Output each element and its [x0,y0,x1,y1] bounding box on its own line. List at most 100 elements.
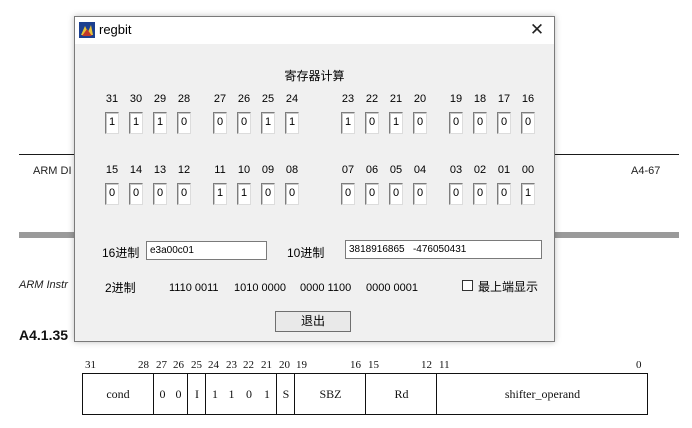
bit-value-field[interactable]: 1 [153,112,167,134]
bit-value-field[interactable]: 0 [473,183,487,205]
bit-number-label: 13 [153,164,167,176]
bit-value-field[interactable]: 0 [365,183,379,205]
bit-number-label: 17 [497,93,511,105]
footer-left-text: ARM DI [33,165,72,177]
bit-number-label: 27 [213,93,227,105]
field-i: I [187,374,206,414]
bit-number-label: 02 [473,164,487,176]
bit-value-field[interactable]: 0 [177,112,191,134]
dec-label: 10进制 [287,246,325,260]
bit-number-label: 14 [129,164,143,176]
bit-value-field[interactable]: 0 [129,183,143,205]
field-bit: 0 [246,386,252,401]
bit-number-label: 03 [449,164,463,176]
dialog-heading: 寄存器计算 [284,69,345,83]
close-button[interactable]: ✕ [526,20,548,40]
bit-index: 27 [156,359,167,371]
bin-group: 1110 0011 [169,282,219,294]
field-bit: 0 [175,386,182,401]
topmost-checkbox[interactable] [462,280,473,291]
window-title: regbit [99,22,132,37]
bit-index: 11 [439,359,450,371]
bit-number-label: 05 [389,164,403,176]
bit-index: 20 [279,359,290,371]
bit-value-field[interactable]: 0 [449,183,463,205]
bit-index: 25 [191,359,202,371]
bit-number-label: 25 [261,93,275,105]
bit-number-label: 20 [413,93,427,105]
bit-value-field[interactable]: 0 [153,183,167,205]
bit-index: 16 [350,359,361,371]
hex-input[interactable]: e3a00c01 [146,241,267,260]
field-bit: 0 [153,374,171,414]
bit-number-label: 16 [521,93,535,105]
bit-value-field[interactable]: 1 [521,183,535,205]
bin-label: 2进制 [105,281,136,295]
field-bit: 1 [228,386,235,401]
bit-value-field[interactable]: 0 [365,112,379,134]
bit-number-label: 18 [473,93,487,105]
bit-value-field[interactable]: 1 [389,112,403,134]
bit-index: 12 [421,359,432,371]
bit-index: 31 [85,359,96,371]
bit-number-label: 19 [449,93,463,105]
bit-number-label: 01 [497,164,511,176]
section-heading: A4.1.35 [19,327,69,343]
bit-value-field[interactable]: 1 [213,183,227,205]
bit-number-label: 26 [237,93,251,105]
bit-value-field[interactable]: 1 [105,112,119,134]
bit-value-field[interactable]: 0 [177,183,191,205]
bit-value-field[interactable]: 0 [473,112,487,134]
bit-value-field[interactable]: 0 [237,112,251,134]
bit-index: 28 [138,359,149,371]
field-cond: cond [106,386,130,401]
footer-page-number: A4-67 [631,165,661,177]
bin-group: 1010 0000 [234,282,286,294]
bin-group: 0000 1100 [300,282,352,294]
bit-index: 21 [261,359,272,371]
bit-number-label: 31 [105,93,119,105]
app-icon [79,22,95,38]
bit-number-label: 10 [237,164,251,176]
bit-value-field[interactable]: 0 [413,112,427,134]
bit-number-label: 04 [413,164,427,176]
bit-number-label: 30 [129,93,143,105]
bit-index: 22 [243,359,254,371]
bit-value-field[interactable]: 0 [285,183,299,205]
bit-value-field[interactable]: 0 [341,183,355,205]
bit-index: 0 [636,359,642,371]
bit-index: 23 [226,359,237,371]
bit-value-field[interactable]: 0 [449,112,463,134]
bit-value-field[interactable]: 0 [497,183,511,205]
bit-value-field[interactable]: 0 [261,183,275,205]
bit-number-label: 11 [214,164,226,176]
bit-number-label: 28 [177,93,191,105]
bit-number-label: 15 [105,164,119,176]
bit-value-field[interactable]: 0 [497,112,511,134]
bin-group: 0000 0001 [366,282,418,294]
bit-number-label: 23 [341,93,355,105]
bit-value-field[interactable]: 1 [129,112,143,134]
bit-value-field[interactable]: 0 [213,112,227,134]
bit-number-label: 08 [285,164,299,176]
field-shifter-operand: shifter_operand [436,374,648,414]
bit-value-field[interactable]: 0 [389,183,403,205]
regbit-dialog: regbit ✕ 寄存器计算 31 30 29 28 27 26 25 24 2… [74,16,555,342]
bit-number-label: 21 [389,93,403,105]
field-bit: 1 [205,374,224,414]
title-bar[interactable]: regbit ✕ [75,17,554,44]
bit-number-label: 22 [365,93,379,105]
bit-value-field[interactable]: 0 [413,183,427,205]
dec-input[interactable]: 3818916865 -476050431 [345,240,542,259]
bit-value-field[interactable]: 1 [261,112,275,134]
topmost-label[interactable]: 最上端显示 [478,278,538,295]
bit-value-field[interactable]: 1 [285,112,299,134]
field-s: S [276,374,295,414]
bit-value-field[interactable]: 0 [105,183,119,205]
exit-button[interactable]: 退出 [275,311,351,332]
bit-value-field[interactable]: 1 [237,183,251,205]
field-sbz: SBZ [294,374,366,414]
bit-value-field[interactable]: 1 [341,112,355,134]
field-bit: 1 [264,386,270,401]
bit-value-field[interactable]: 0 [521,112,535,134]
